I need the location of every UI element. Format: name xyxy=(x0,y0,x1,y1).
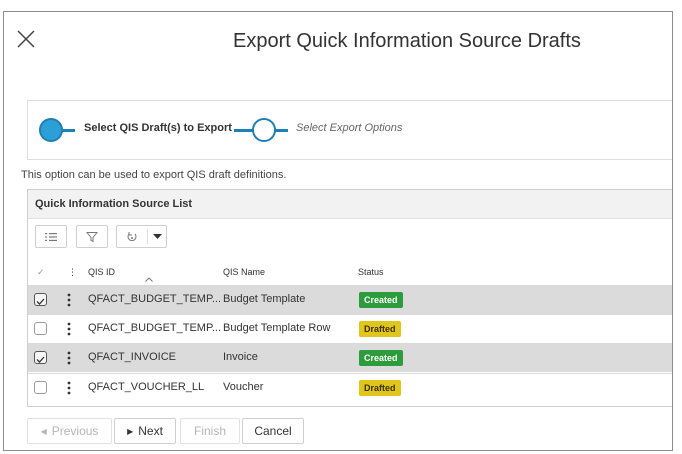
list-view-icon xyxy=(45,232,57,241)
chevron-left-icon: ◀ xyxy=(40,426,47,436)
export-dialog: Export Quick Information Source Drafts S… xyxy=(3,11,673,451)
finish-button[interactable]: Finish xyxy=(180,418,240,444)
table-row[interactable]: QFACT_INVOICE Invoice Created xyxy=(28,343,672,372)
status-header[interactable]: Status xyxy=(358,267,384,277)
qis-name-cell: Invoice xyxy=(223,351,258,363)
row-menu-icon[interactable] xyxy=(67,293,71,307)
row-menu-icon[interactable] xyxy=(67,351,71,365)
qis-id-cell: QFACT_VOUCHER_LL xyxy=(88,381,205,393)
previous-button[interactable]: ◀ Previous xyxy=(27,418,112,444)
chevron-down-icon xyxy=(153,234,162,239)
next-label: Next xyxy=(138,424,163,438)
filter-icon xyxy=(86,231,98,242)
qis-name-cell: Voucher xyxy=(223,381,264,393)
previous-label: Previous xyxy=(51,424,99,438)
wizard-steps: Select QIS Draft(s) to Export Select Exp… xyxy=(27,100,672,160)
qis-name-cell: Budget Template Row xyxy=(223,322,331,334)
chevron-right-icon: ▶ xyxy=(127,426,134,436)
row-menu-header: ⋮ xyxy=(68,267,77,277)
sort-ascending-icon xyxy=(145,277,153,282)
reset-icon xyxy=(127,231,137,241)
status-badge: Created xyxy=(359,350,403,366)
close-icon xyxy=(17,30,35,48)
table-row[interactable]: QFACT_BUDGET_TEMP... Budget Template Cre… xyxy=(28,285,672,314)
qis-list-panel: Quick Information Source List ✓ ⋮ QIS ID… xyxy=(27,189,672,407)
row-checkbox[interactable] xyxy=(34,322,47,335)
next-button[interactable]: ▶ Next xyxy=(114,418,176,444)
checkmark-icon xyxy=(36,356,45,363)
step-2-indicator[interactable] xyxy=(252,118,276,142)
step-connector xyxy=(234,129,254,132)
reset-dropdown-button[interactable] xyxy=(116,225,167,248)
status-badge: Drafted xyxy=(359,321,401,337)
qis-id-cell: QFACT_INVOICE xyxy=(88,351,177,363)
qis-name-header[interactable]: QIS Name xyxy=(223,267,265,277)
table-row[interactable]: QFACT_BUDGET_TEMP... Budget Template Row… xyxy=(28,314,672,343)
qis-name-cell: Budget Template xyxy=(223,293,306,305)
row-menu-icon[interactable] xyxy=(67,322,71,336)
cancel-button[interactable]: Cancel xyxy=(242,418,304,444)
panel-header: Quick Information Source List xyxy=(28,190,672,219)
status-badge: Drafted xyxy=(359,380,401,396)
info-text: This option can be used to export QIS dr… xyxy=(21,169,287,181)
row-checkbox[interactable] xyxy=(34,293,47,306)
qis-id-cell: QFACT_BUDGET_TEMP... xyxy=(88,322,222,334)
dialog-title: Export Quick Information Source Drafts xyxy=(233,30,581,52)
filter-button[interactable] xyxy=(76,225,108,248)
list-view-button[interactable] xyxy=(35,225,67,248)
row-menu-icon[interactable] xyxy=(67,381,71,395)
step-1-label[interactable]: Select QIS Draft(s) to Export xyxy=(84,122,232,134)
status-badge: Created xyxy=(359,292,403,308)
row-checkbox[interactable] xyxy=(34,381,47,394)
table-row[interactable]: QFACT_VOUCHER_LL Voucher Drafted xyxy=(28,373,672,402)
row-checkbox[interactable] xyxy=(34,351,47,364)
checkmark-icon xyxy=(36,298,45,305)
select-all-header[interactable]: ✓ xyxy=(37,267,45,278)
step-2-label[interactable]: Select Export Options xyxy=(296,122,402,134)
split-divider xyxy=(147,229,148,244)
step-connector xyxy=(274,129,288,132)
qis-id-header[interactable]: QIS ID xyxy=(88,267,115,277)
step-1-indicator[interactable] xyxy=(39,118,63,142)
close-button[interactable] xyxy=(15,28,37,50)
qis-id-cell: QFACT_BUDGET_TEMP... xyxy=(88,293,222,305)
step-connector xyxy=(61,129,75,132)
panel-title: Quick Information Source List xyxy=(35,198,193,210)
